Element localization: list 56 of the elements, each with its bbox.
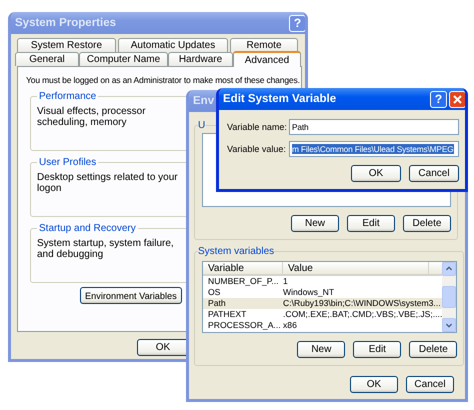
notice-text: You must be logged on as an Administrator to make most of these changes. (26, 75, 301, 85)
cell-text: x86 (283, 320, 297, 331)
tab[interactable]: Hardware (168, 52, 233, 66)
cell-text: PATHEXT (207, 309, 248, 320)
help-button[interactable]: ? (430, 90, 447, 108)
cell-text: NUMBER_OF_P... (207, 276, 280, 287)
group-label: System variables (198, 246, 274, 257)
cell-text: 1 (283, 276, 288, 287)
group-label: Performance (38, 91, 98, 102)
tab[interactable]: General (15, 52, 79, 66)
list-button[interactable]: Edit (353, 341, 402, 358)
tab[interactable]: System Restore (17, 38, 116, 52)
window-title: System Properties (15, 17, 116, 29)
field-label: Variable value: (227, 144, 287, 154)
list-row[interactable]: OS Windows_NT (203, 287, 442, 298)
tab[interactable]: Advanced (233, 51, 301, 67)
field-label: Variable name: (227, 122, 288, 132)
group-label: Startup and Recovery (38, 223, 137, 234)
input-field[interactable]: Path (289, 119, 459, 135)
list-button[interactable]: Delete (403, 215, 451, 232)
cell-text: .COM;.EXE;.BAT;.CMD;.VBS;.VBE;.JS;.... (283, 309, 442, 320)
group-description: Visual effects, processor scheduling, memory (37, 106, 147, 128)
scroll-bar[interactable] (442, 262, 456, 332)
cell-text: OS (207, 287, 222, 298)
dialog-button[interactable]: OK (350, 376, 398, 393)
list-button[interactable]: Edit (347, 215, 395, 232)
input-field[interactable]: m Files\Common Files\Ulead Systems\MPEG (289, 141, 459, 157)
environment-variables-button[interactable]: Environment Variables (80, 287, 182, 304)
tab[interactable]: Automatic Updates (118, 38, 228, 52)
cell-text: PROCESSOR_A... (207, 320, 282, 331)
window-title: Env (193, 95, 214, 107)
cell-text: C:\Ruby193\bin;C:\WINDOWS\system3... (283, 298, 441, 309)
list-row[interactable]: NUMBER_OF_P... 1 (203, 276, 442, 287)
dialog-button[interactable]: Cancel (406, 376, 454, 393)
group-description: Desktop settings related to your logon (37, 172, 179, 194)
list-row[interactable]: Path C:\Ruby193\bin;C:\WINDOWS\system3... (203, 298, 442, 309)
dialog-button[interactable]: Cancel (409, 165, 459, 182)
tab[interactable]: Computer Name (79, 52, 168, 66)
close-icon (453, 94, 462, 104)
group-label: User Profiles (38, 157, 98, 168)
column-header[interactable]: Value (283, 262, 429, 274)
window-title: Edit System Variable (223, 93, 336, 105)
list-button[interactable]: New (297, 341, 346, 358)
column-header[interactable]: Variable (203, 262, 283, 274)
list-button[interactable]: New (291, 215, 339, 232)
ok-button[interactable]: OK (137, 339, 189, 356)
dialog-button[interactable]: OK (351, 165, 401, 182)
cell-text: Path (207, 298, 227, 309)
group-label: U (198, 120, 206, 131)
list-row[interactable]: PROCESSOR_A... x86 (203, 320, 442, 331)
tab[interactable]: Remote (230, 38, 298, 52)
list-row[interactable]: PATHEXT .COM;.EXE;.BAT;.CMD;.VBS;.VBE;.JS;.... (203, 309, 442, 320)
close-button[interactable] (449, 90, 465, 108)
list-button[interactable]: Delete (409, 341, 458, 358)
group-description: System startup, system failure, and debugging (37, 238, 175, 260)
cell-text: Windows_NT (283, 287, 334, 298)
